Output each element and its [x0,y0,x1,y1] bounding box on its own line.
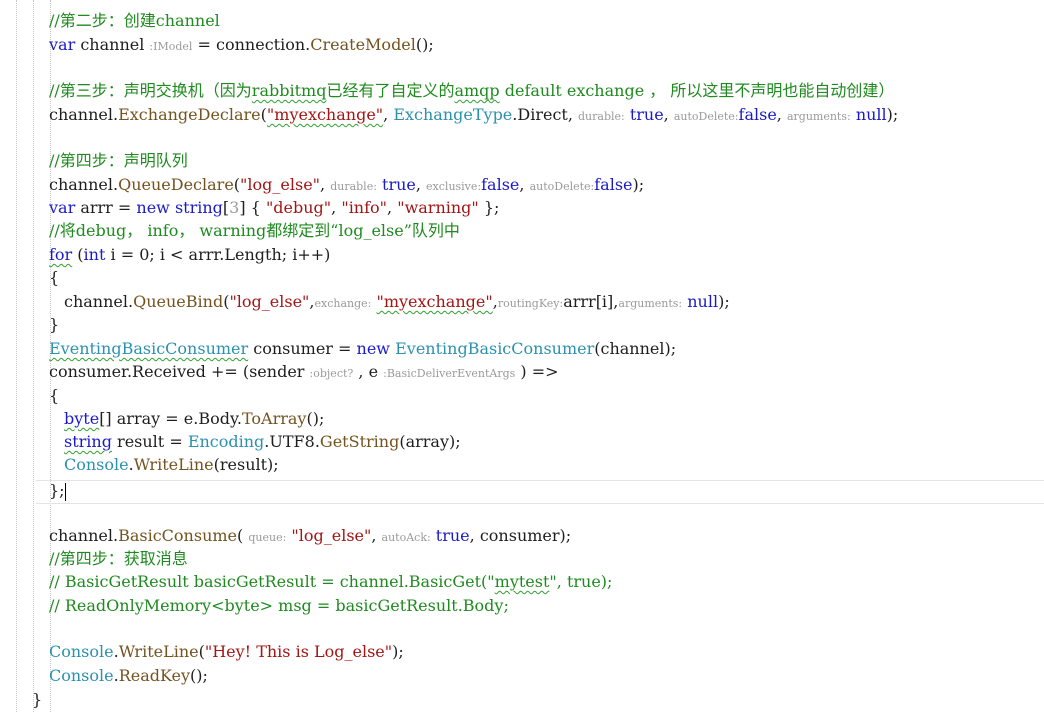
code-line: // BasicGetResult basicGetResult = chann… [49,572,613,591]
code-line: var channel :IModel = connection.CreateM… [49,35,434,54]
code-line: string result = Encoding.UTF8.GetString(… [64,432,461,451]
code-line: for (int i = 0; i < arrr.Length; i++) [49,245,331,264]
code-line: Console.WriteLine("Hey! This is Log_else… [49,642,404,661]
code-line: EventingBasicConsumer consumer = new Eve… [49,339,677,358]
code-line: //将debug， info， warning都绑定到“log_else”队列中 [49,221,460,240]
code-line: }; [49,481,66,501]
code-line: //第四步：获取消息 [49,549,188,568]
code-line: consumer.Received += (sender :object? , … [49,362,559,381]
code-line: Console.WriteLine(result); [64,455,279,474]
code-line: //第四步：声明队列 [49,151,188,170]
code-line: // ReadOnlyMemory<byte> msg = basicGetRe… [49,596,509,615]
code-line: //第三步：声明交换机（因为rabbitmq已经有了自定义的amqp defau… [49,81,895,100]
code-line: channel.QueueBind("log_else",exchange: "… [64,292,730,311]
code-line: byte[] array = e.Body.ToArray(); [64,409,325,428]
indent-guide [16,0,17,712]
text-caret [64,482,66,501]
code-line: } [32,690,43,709]
indent-guide [33,0,34,712]
code-line: var arrr = new string[3] { "debug", "inf… [49,198,500,217]
code-line: channel.BasicConsume( queue: "log_else",… [49,526,572,545]
code-line: //第二步：创建channel [49,11,220,30]
code-line: channel.ExchangeDeclare("myexchange", Ex… [49,105,899,124]
code-line: Console.ReadKey(); [49,666,208,685]
code-line: channel.QueueDeclare("log_else", durable… [49,175,645,194]
code-line: { [49,386,60,405]
current-line-highlight [36,480,1044,504]
code-line: { [49,268,60,287]
code-line: } [49,315,60,334]
code-editor[interactable]: //第二步：创建channel var channel :IModel = co… [0,0,1044,712]
